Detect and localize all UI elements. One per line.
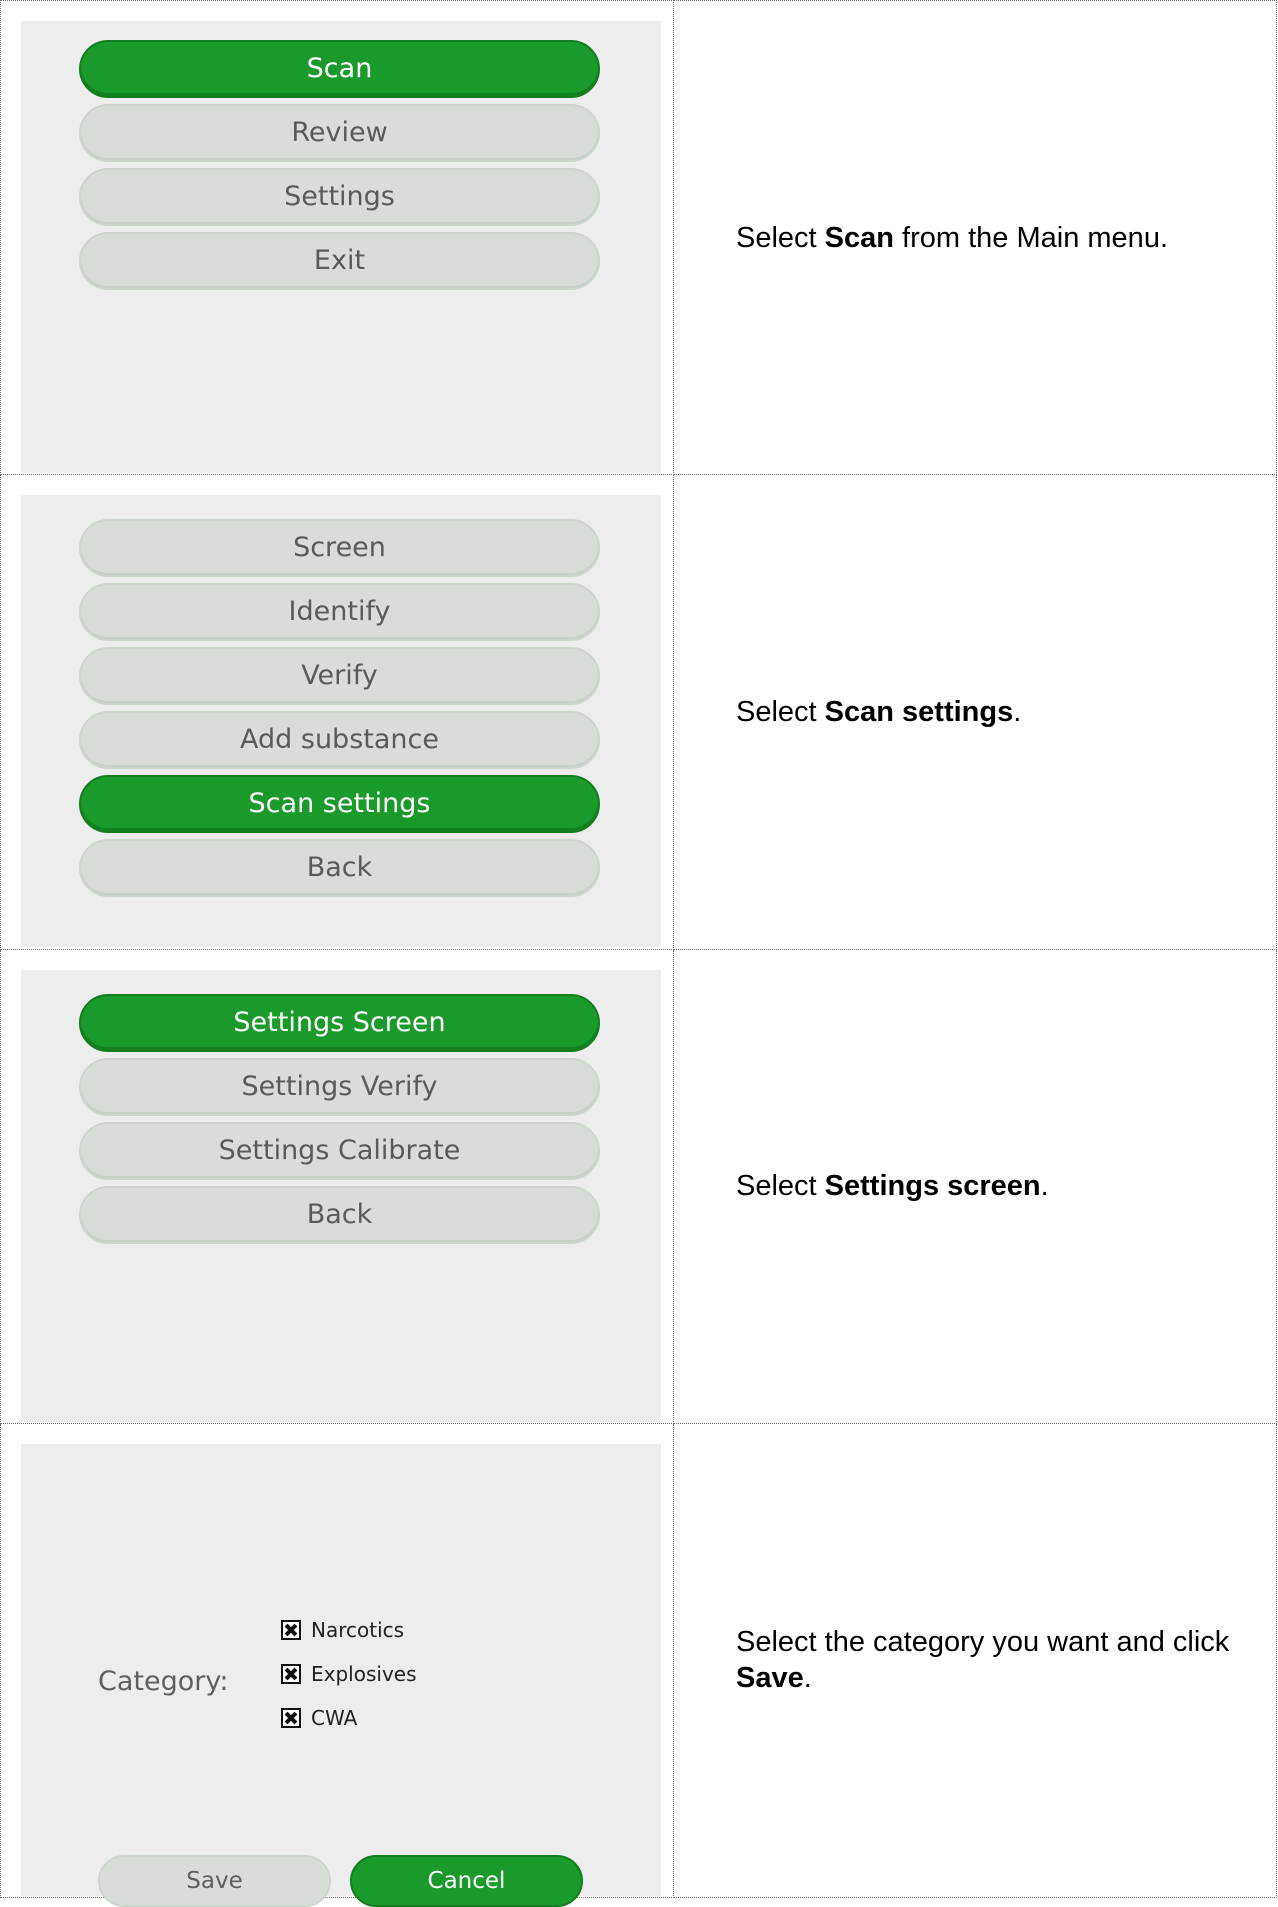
menu-button-review[interactable]: Review: [79, 104, 600, 162]
menu-button-screen[interactable]: Screen: [79, 519, 600, 578]
menu-button-settings[interactable]: Settings: [79, 168, 600, 226]
main-menu-screen: Scan Review Settings Exit: [21, 21, 661, 473]
menu-button-exit[interactable]: Exit: [79, 232, 600, 290]
menu-button-scan[interactable]: Scan: [79, 40, 600, 98]
menu-button-settings-verify[interactable]: Settings Verify: [79, 1057, 600, 1116]
menu-button-settings-calibrate[interactable]: Settings Calibrate: [79, 1121, 600, 1180]
category-option-narcotics[interactable]: Narcotics: [281, 1608, 417, 1652]
category-option-label: CWA: [311, 1705, 358, 1730]
scan-settings-screen: Settings Screen Settings Verify Settings…: [21, 969, 661, 1422]
menu-button-scan-settings[interactable]: Scan settings: [79, 775, 600, 834]
scan-menu: Screen Identify Verify Add substance Sca…: [79, 519, 600, 903]
main-menu: Scan Review Settings Exit: [79, 40, 600, 296]
category-option-cwa[interactable]: CWA: [281, 1696, 417, 1740]
menu-button-verify[interactable]: Verify: [79, 647, 600, 706]
menu-button-add-substance[interactable]: Add substance: [79, 711, 600, 770]
category-option-label: Explosives: [311, 1661, 417, 1686]
scan-menu-screen: Screen Identify Verify Add substance Sca…: [21, 495, 661, 948]
step-row-3: Settings Screen Settings Verify Settings…: [0, 948, 1277, 1424]
step-row-1: Scan Review Settings Exit Select Scan fr…: [0, 0, 1277, 476]
instruction-text: Select Scan from the Main menu.: [673, 0, 1277, 476]
step-row-2: Screen Identify Verify Add substance Sca…: [0, 474, 1277, 950]
screenshot-cell: Scan Review Settings Exit: [0, 0, 674, 476]
menu-button-settings-screen[interactable]: Settings Screen: [79, 993, 600, 1052]
checkbox-checked-icon[interactable]: [281, 1619, 301, 1640]
instruction-text: Select Scan settings.: [673, 474, 1277, 950]
checkbox-checked-icon[interactable]: [281, 1663, 301, 1684]
category-settings-screen: Category: Narcotics Explosives CWA Save …: [21, 1443, 661, 1907]
screenshot-cell: Category: Narcotics Explosives CWA Save …: [0, 1422, 674, 1907]
menu-button-back[interactable]: Back: [79, 839, 600, 898]
step-row-4: Category: Narcotics Explosives CWA Save …: [0, 1422, 1277, 1907]
category-option-label: Narcotics: [311, 1617, 405, 1642]
instruction-text: Select the category you want and click S…: [673, 1422, 1277, 1899]
category-option-explosives[interactable]: Explosives: [281, 1652, 417, 1696]
category-checkbox-list: Narcotics Explosives CWA: [281, 1608, 417, 1740]
checkbox-checked-icon[interactable]: [281, 1707, 301, 1728]
menu-button-identify[interactable]: Identify: [79, 583, 600, 642]
instruction-text: Select Settings screen.: [673, 948, 1277, 1424]
menu-button-back[interactable]: Back: [79, 1185, 600, 1244]
scan-settings-menu: Settings Screen Settings Verify Settings…: [79, 993, 600, 1250]
instruction-table: Scan Review Settings Exit Select Scan fr…: [0, 0, 1277, 1907]
category-label: Category:: [98, 1665, 229, 1697]
screenshot-cell: Screen Identify Verify Add substance Sca…: [0, 474, 674, 950]
screenshot-cell: Settings Screen Settings Verify Settings…: [0, 948, 674, 1424]
